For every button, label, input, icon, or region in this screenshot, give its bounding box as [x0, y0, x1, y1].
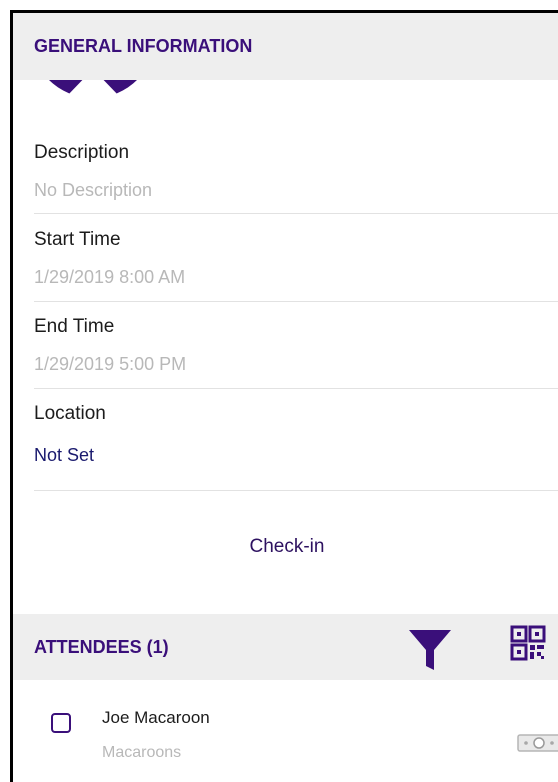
general-information-title: GENERAL INFORMATION: [34, 36, 253, 56]
description-label: Description: [34, 142, 130, 163]
attendees-title: ATTENDEES (1): [34, 637, 169, 657]
attendee-organization: Macaroons: [102, 744, 182, 761]
attendee-list-item[interactable]: Joe Macaroon Macaroons: [13, 680, 558, 782]
attendees-header: ATTENDEES (1): [13, 614, 558, 680]
divider: [34, 301, 558, 302]
end-time-label: End Time: [34, 316, 115, 337]
qr-code-icon[interactable]: [510, 625, 546, 661]
filter-icon[interactable]: [407, 626, 453, 672]
end-time-value: 1/29/2019 5:00 PM: [34, 354, 187, 374]
start-time-label: Start Time: [34, 229, 121, 250]
description-value: No Description: [34, 180, 153, 200]
general-information-header: GENERAL INFORMATION: [13, 13, 558, 80]
attendee-checkbox[interactable]: [51, 713, 71, 733]
money-icon: [517, 734, 558, 752]
attendee-name: Joe Macaroon: [102, 708, 210, 727]
event-details-screen: GENERAL INFORMATION Description No Descr…: [10, 10, 558, 782]
start-time-value: 1/29/2019 8:00 AM: [34, 267, 186, 287]
divider: [34, 388, 558, 389]
check-in-button[interactable]: Check-in: [13, 536, 558, 558]
divider: [34, 490, 558, 491]
divider: [34, 213, 558, 214]
location-label: Location: [34, 403, 106, 424]
location-value-link[interactable]: Not Set: [34, 445, 94, 466]
